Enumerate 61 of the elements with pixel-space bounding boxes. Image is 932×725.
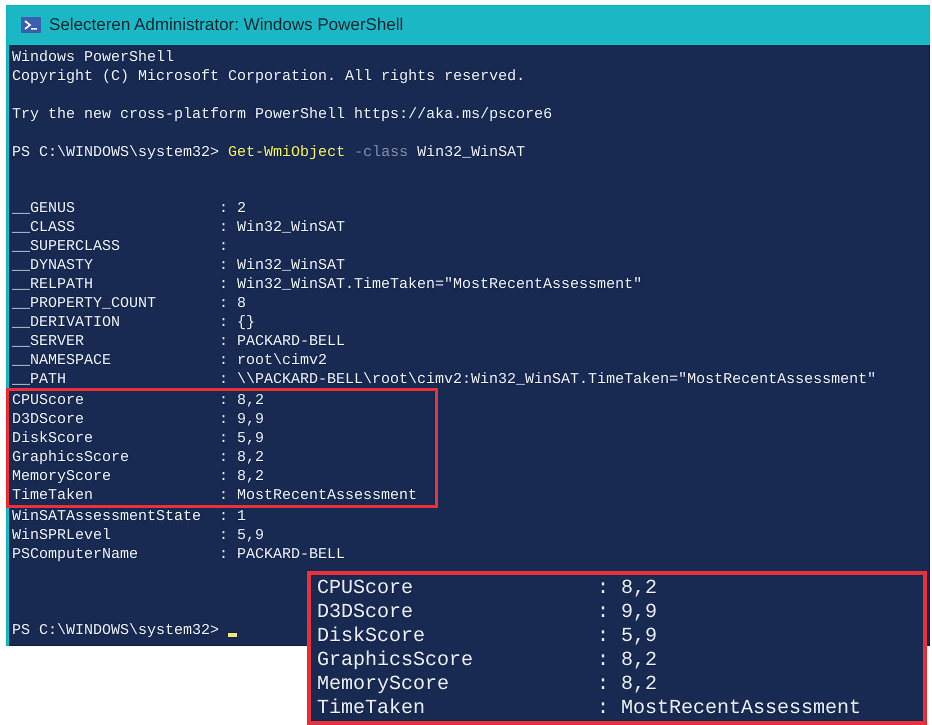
command-token: Get-WmiObject xyxy=(228,143,346,162)
window-title: Selecteren Administrator: Windows PowerShell xyxy=(49,14,404,36)
property-value: : MostRecentAssessment xyxy=(597,697,862,721)
console-text: Windows PowerShell xyxy=(12,49,174,66)
property-value: : 1 xyxy=(219,507,246,526)
property-value: : 9,9 xyxy=(219,410,264,429)
property-value: : 8,2 xyxy=(597,649,658,673)
property-name: __CLASS xyxy=(12,218,76,237)
property-name: TimeTaken xyxy=(12,486,94,505)
property-value: : 8,2 xyxy=(219,391,264,410)
property-name: __RELPATH xyxy=(12,275,94,294)
command-token: Win32_WinSAT xyxy=(417,143,526,162)
property-name: WinSATAssessmentState xyxy=(12,507,202,526)
property-value: : 9,9 xyxy=(597,601,658,625)
command-prompt: PS C:\WINDOWS\system32> xyxy=(12,621,220,640)
property-name: __DERIVATION xyxy=(12,313,122,332)
text-cursor xyxy=(228,633,238,637)
property-name: GraphicsScore xyxy=(12,448,130,467)
property-value: : {} xyxy=(219,313,256,332)
property-name: __PATH xyxy=(12,370,68,389)
property-value: : 8,2 xyxy=(597,577,658,601)
property-name: DiskScore xyxy=(317,625,426,649)
property-name: DiskScore xyxy=(12,429,94,448)
property-name: __SERVER xyxy=(12,332,86,351)
property-name: MemoryScore xyxy=(12,467,112,486)
property-value: : 8,2 xyxy=(219,467,264,486)
console-text: Try the new cross-platform PowerShell https://aka.ms/pscore6 xyxy=(12,106,552,123)
property-value: : 5,9 xyxy=(597,625,658,649)
property-name: PSComputerName xyxy=(12,545,140,564)
property-name: CPUScore xyxy=(317,577,414,601)
property-value: : Win32_WinSAT.TimeTaken="MostRecentAssessment" xyxy=(219,275,642,294)
property-name: __SUPERCLASS xyxy=(12,237,122,256)
property-value: : Win32_WinSAT xyxy=(219,218,346,237)
property-value: : PACKARD-BELL xyxy=(219,545,346,564)
property-value: : PACKARD-BELL xyxy=(219,332,346,351)
property-value: : root\cimv2 xyxy=(219,351,328,370)
property-value: : MostRecentAssessment xyxy=(219,486,418,505)
property-name: __PROPERTY_COUNT xyxy=(12,294,158,313)
property-value: : 8,2 xyxy=(219,448,264,467)
property-value: : \\PACKARD-BELL\root\cimv2:Win32_WinSAT.TimeTaken="MostRecentAssessment" xyxy=(219,370,876,389)
property-value: : 8,2 xyxy=(597,673,658,697)
console-text: Copyright (C) Microsoft Corporation. All rights reserved. xyxy=(12,68,526,85)
property-name: __NAMESPACE xyxy=(12,351,112,370)
terminal-icon xyxy=(21,17,41,33)
property-name: D3DScore xyxy=(12,410,86,429)
property-name: TimeTaken xyxy=(317,697,426,721)
property-value: : 5,9 xyxy=(219,429,264,448)
property-name: __GENUS xyxy=(12,199,76,218)
command-token: -class xyxy=(354,143,408,162)
property-name: GraphicsScore xyxy=(317,649,474,673)
property-value: : 2 xyxy=(219,199,246,218)
property-name: __DYNASTY xyxy=(12,256,94,275)
property-name: MemoryScore xyxy=(317,673,450,697)
property-value: : Win32_WinSAT xyxy=(219,256,346,275)
property-name: WinSPRLevel xyxy=(12,526,112,545)
property-name: D3DScore xyxy=(317,601,414,625)
command-prompt: PS C:\WINDOWS\system32> xyxy=(12,143,220,162)
property-value: : 5,9 xyxy=(219,526,264,545)
property-value: : 8 xyxy=(219,294,246,313)
property-name: CPUScore xyxy=(12,391,86,410)
property-value: : xyxy=(219,237,228,256)
